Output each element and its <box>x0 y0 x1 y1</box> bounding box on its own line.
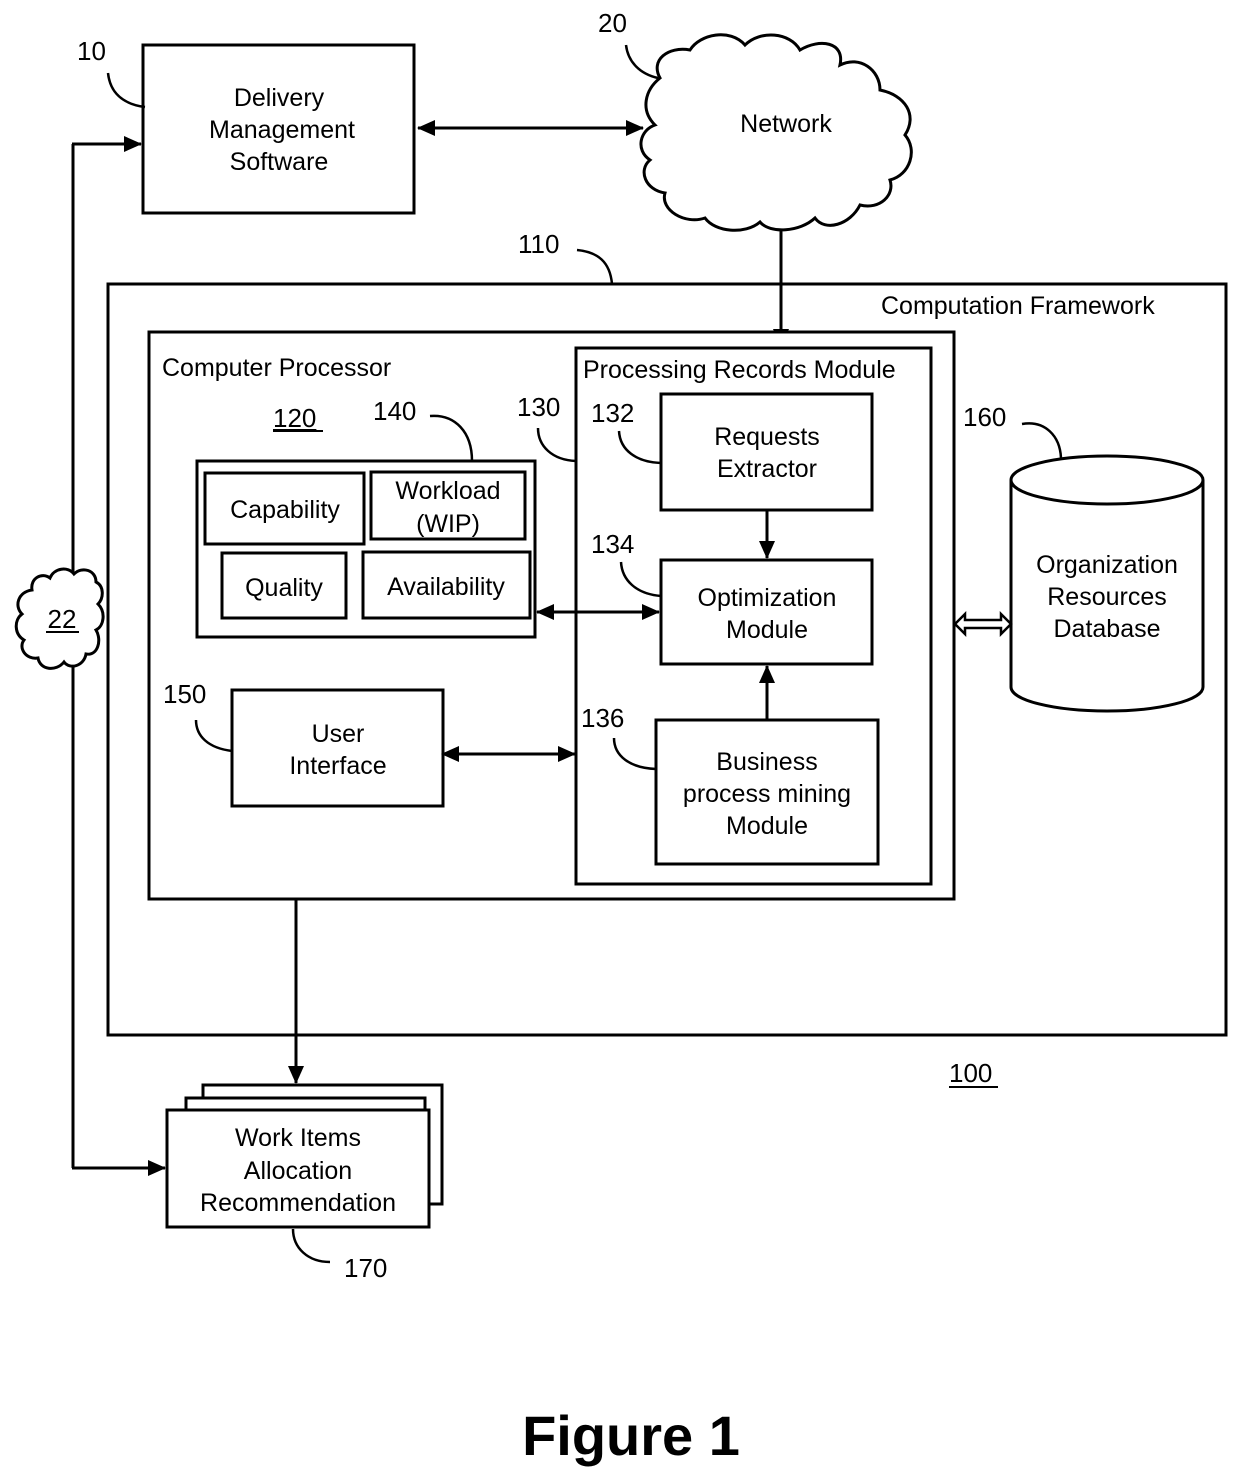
business-process-mining-line-2: process mining <box>683 780 851 808</box>
delivery-software-line-3: Software <box>230 148 329 176</box>
capability-label: Capability <box>230 496 340 524</box>
database-line-2: Resources <box>1047 583 1167 611</box>
organization-resources-database: Organization Resources Database <box>1009 454 1205 713</box>
ref-10: 10 <box>77 36 106 66</box>
workload-line-2: (WIP) <box>416 510 480 538</box>
ref-120: 120 <box>273 403 316 433</box>
leader-20 <box>624 44 659 80</box>
work-items-allocation-recommendation: Work Items Allocation Recommendation <box>165 1083 444 1229</box>
processing-records-module-label: Processing Records Module <box>583 356 896 384</box>
ref-100: 100 <box>949 1058 992 1088</box>
availability-label: Availability <box>387 573 505 601</box>
workload-line-1: Workload <box>395 477 500 505</box>
network-cloud: Network <box>639 33 913 232</box>
leader-110 <box>576 248 614 285</box>
computation-framework-label: Computation Framework <box>881 292 1155 320</box>
quality-label: Quality <box>245 574 323 602</box>
ref-160: 160 <box>963 402 1006 432</box>
database-line-1: Organization <box>1036 551 1178 579</box>
database-top <box>1009 454 1205 506</box>
requests-extractor-line-2: Extractor <box>717 455 817 483</box>
business-process-mining-line-3: Module <box>726 812 808 840</box>
ref-132: 132 <box>591 398 634 428</box>
figure-caption: Figure 1 <box>522 1404 740 1467</box>
ref-170: 170 <box>344 1253 387 1283</box>
delivery-management-software: Delivery Management Software <box>141 43 416 215</box>
leader-10 <box>106 72 146 109</box>
user-interface-line-2: Interface <box>289 752 386 780</box>
user-interface-line-1: User <box>312 720 365 748</box>
requests-extractor-box <box>659 392 874 512</box>
optimization-module-box <box>659 558 874 666</box>
work-items-line-2: Allocation <box>244 1157 352 1185</box>
work-items-line-3: Recommendation <box>200 1189 396 1217</box>
user-interface-box <box>230 688 445 808</box>
cloud-22: 22 <box>14 567 105 670</box>
ref-134: 134 <box>591 529 634 559</box>
ref-150: 150 <box>163 679 206 709</box>
ref-140: 140 <box>373 396 416 426</box>
resource-attributes-group: Capability Workload (WIP) Quality Availa… <box>195 459 537 639</box>
computer-processor-label: Computer Processor <box>162 354 391 382</box>
database-line-3: Database <box>1053 615 1160 643</box>
network-label: Network <box>740 110 832 138</box>
work-items-line-1: Work Items <box>235 1124 361 1152</box>
optimization-module-line-2: Module <box>726 616 808 644</box>
ref-110: 110 <box>518 229 559 259</box>
requests-extractor-line-1: Requests <box>714 423 820 451</box>
delivery-software-line-1: Delivery <box>234 84 325 112</box>
optimization-module-line-1: Optimization <box>698 584 837 612</box>
work-items-stack-middle <box>184 1096 427 1110</box>
leader-170 <box>291 1228 331 1264</box>
ref-22: 22 <box>48 604 77 634</box>
business-process-mining-line-1: Business <box>716 748 817 776</box>
system-diagram: Delivery Management Software 10 Network … <box>14 8 1228 1467</box>
ref-20: 20 <box>598 8 627 38</box>
ref-130: 130 <box>517 392 560 422</box>
delivery-software-line-2: Management <box>209 116 355 144</box>
ref-136: 136 <box>581 703 624 733</box>
